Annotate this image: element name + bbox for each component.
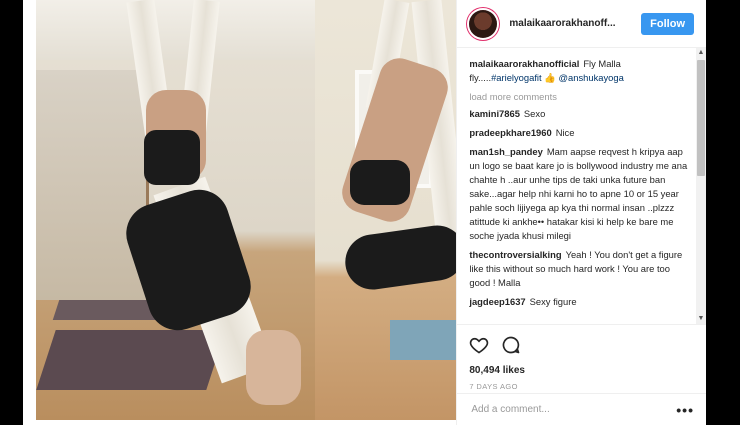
- caption-hashtag[interactable]: #arielyogafit: [491, 72, 542, 83]
- comment-text: Sexy figure: [529, 296, 577, 307]
- comment-bubble-icon[interactable]: [501, 335, 521, 355]
- photo-left: [36, 0, 321, 420]
- post-modal: malaikaarorakhanoff... Follow malaikaaro…: [23, 0, 706, 425]
- post-sidebar: malaikaarorakhanoff... Follow malaikaaro…: [456, 0, 706, 425]
- comment-text: Sexo: [523, 108, 546, 119]
- post-header: malaikaarorakhanoff... Follow: [457, 0, 706, 48]
- comment-username[interactable]: thecontroversialking: [469, 249, 561, 260]
- comment-item: man1sh_pandey Mam aapse reqvest h kripya …: [469, 145, 692, 243]
- caption-emoji: 👍: [544, 72, 556, 83]
- follow-button[interactable]: Follow: [641, 12, 694, 35]
- avatar[interactable]: [469, 9, 498, 38]
- comments-scrollbar[interactable]: ▲ ▼: [696, 48, 706, 324]
- comment-text: Mam aapse reqvest h kripya aap un logo s…: [469, 146, 688, 241]
- likes-count[interactable]: 80,494 likes: [469, 365, 694, 376]
- comment-username[interactable]: jagdeep1637: [469, 296, 525, 307]
- post-media[interactable]: [23, 0, 457, 425]
- comment-username[interactable]: kamini7865: [469, 108, 520, 119]
- photo-right: [315, 0, 457, 420]
- caption-mention[interactable]: @anshukayoga: [559, 72, 624, 83]
- header-username[interactable]: malaikaarorakhanoff...: [509, 18, 641, 29]
- heart-icon[interactable]: [469, 335, 489, 355]
- post-date[interactable]: 7 DAYS AGO: [469, 382, 694, 391]
- comment-item: jagdeep1637 Sexy figure: [469, 295, 692, 309]
- load-more-comments-link[interactable]: load more comments: [469, 91, 692, 102]
- scroll-down-arrow-icon[interactable]: ▼: [696, 314, 706, 324]
- add-comment-input[interactable]: [469, 403, 677, 416]
- comment-item: thecontroversialking Yeah ! You don't get…: [469, 248, 692, 290]
- more-options-icon[interactable]: •••: [676, 402, 694, 418]
- comment-username[interactable]: man1sh_pandey: [469, 146, 542, 157]
- comment-username[interactable]: pradeepkhare1960: [469, 127, 551, 138]
- scrollbar-thumb[interactable]: [697, 60, 705, 176]
- comment-text: Nice: [555, 127, 575, 138]
- comments-list: malaikaarorakhanofficial Fly Malla fly...…: [457, 48, 706, 324]
- comment-item: pradeepkhare1960 Nice: [469, 126, 692, 140]
- comment-item: kamini7865 Sexo: [469, 107, 692, 121]
- caption-username[interactable]: malaikaarorakhanofficial: [469, 58, 579, 69]
- caption: malaikaarorakhanofficial Fly Malla fly...…: [469, 57, 692, 85]
- add-comment-bar: •••: [457, 393, 706, 425]
- scroll-up-arrow-icon[interactable]: ▲: [696, 48, 706, 58]
